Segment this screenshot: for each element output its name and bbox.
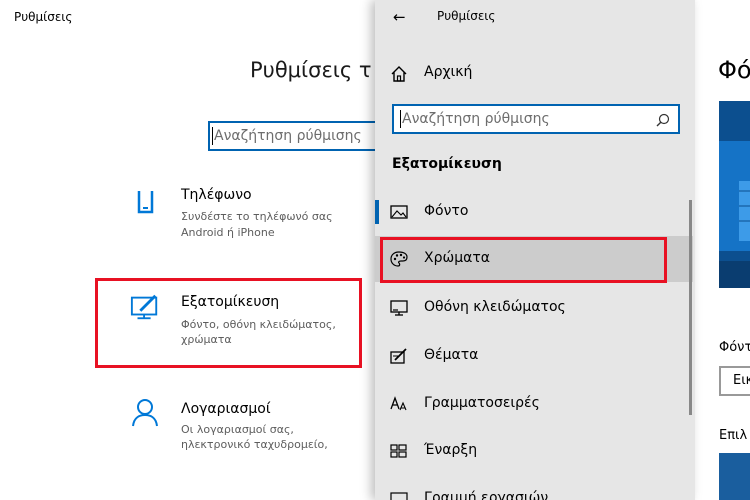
window-title: Ρυθμίσεις [14, 10, 73, 24]
section-title: Εξατομίκευση [392, 156, 502, 172]
tile-title: Λογαριασμοί [181, 401, 271, 417]
panel-title: Ρυθμίσεις [437, 9, 496, 23]
nav-item-background[interactable]: Φόντο [375, 189, 693, 235]
nav-item-label: Έναρξη [424, 442, 478, 458]
nav-item-label: Οθόνη κλειδώματος [424, 299, 566, 315]
nav-item-start[interactable]: Έναρξη [375, 428, 693, 474]
tile-desc-line1: Οι λογαριασμοί σας, [181, 423, 294, 436]
preview-image [719, 101, 750, 288]
scrollbar[interactable] [689, 200, 692, 415]
nav-item-label: Αρχική [424, 64, 473, 80]
background-select[interactable]: Εικ [719, 366, 750, 396]
brush-icon [390, 348, 407, 364]
desktop-preview [719, 101, 750, 288]
background-label: Φόντ [719, 340, 750, 355]
taskbar-icon [390, 492, 408, 500]
nav-item-home[interactable]: Αρχική [375, 56, 695, 90]
person-icon [132, 399, 158, 427]
page-heading: Ρυθμίσεις τ [250, 58, 372, 82]
start-icon [390, 444, 407, 458]
font-icon [390, 396, 407, 411]
highlight-box [380, 237, 667, 283]
tile-desc-line2: Android ή iPhone [181, 226, 275, 239]
nav-item-label: Γραμμή εργασιών [424, 490, 549, 500]
nav-item-themes[interactable]: Θέματα [375, 333, 693, 379]
settings-nav-panel: ← Ρυθμίσεις Αρχική Αναζήτηση ρύθμισης Εξ… [375, 0, 695, 500]
search-placeholder: Αναζήτηση ρύθμισης [402, 111, 550, 127]
choose-label: Επιλ [719, 428, 748, 443]
picture-thumbnail[interactable] [719, 453, 750, 500]
nav-item-fonts[interactable]: Γραμματοσειρές [375, 381, 693, 427]
nav-item-label: Θέματα [424, 347, 479, 363]
active-indicator [375, 200, 379, 224]
picture-icon [390, 205, 408, 219]
tile-desc-line1: Συνδέστε το τηλέφωνό σας [181, 210, 333, 223]
phone-icon [137, 191, 154, 214]
back-button[interactable]: ← [393, 8, 406, 26]
panel-search-input[interactable]: Αναζήτηση ρύθμισης [392, 104, 680, 134]
tile-accounts[interactable]: Λογαριασμοί Οι λογαριασμοί σας, ηλεκτρον… [125, 395, 355, 455]
select-value: Εικ [733, 373, 750, 388]
screen: Ρυθμίσεις Ρυθμίσεις τ Αναζήτηση ρύθμισης… [0, 0, 750, 500]
monitor-icon [390, 300, 408, 316]
text-caret [400, 110, 401, 128]
search-placeholder: Αναζήτηση ρύθμισης [214, 128, 362, 144]
nav-item-label: Φόντο [424, 203, 469, 219]
tile-phone[interactable]: Τηλέφωνο Συνδέστε το τηλέφωνό σας Androi… [125, 185, 355, 245]
home-icon [391, 66, 407, 82]
search-icon[interactable] [656, 113, 670, 127]
nav-item-taskbar[interactable]: Γραμμή εργασιών [375, 476, 693, 500]
tile-desc-line2: ηλεκτρονικό ταχυδρομείο, [181, 438, 328, 451]
text-caret [212, 127, 213, 145]
nav-item-lock-screen[interactable]: Οθόνη κλειδώματος [375, 285, 693, 331]
right-page-title: Φό [718, 56, 750, 84]
nav-item-label: Γραμματοσειρές [424, 395, 540, 411]
highlight-box [95, 278, 362, 368]
tile-title: Τηλέφωνο [181, 187, 252, 203]
